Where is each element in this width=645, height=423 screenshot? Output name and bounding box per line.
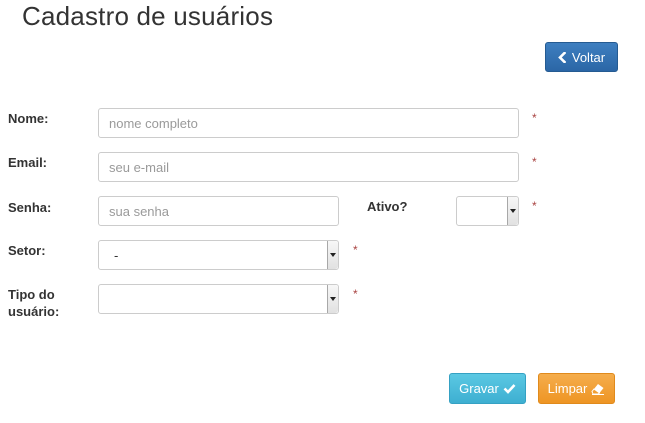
active-required-marker: * (532, 199, 537, 213)
name-required-marker: * (532, 111, 537, 125)
page-title: Cadastro de usuários (22, 1, 274, 31)
sector-required-marker: * (353, 243, 358, 257)
eraser-icon (591, 383, 605, 395)
user-type-label-line1: Tipo do (8, 287, 55, 302)
save-button-label: Gravar (459, 381, 499, 396)
active-select[interactable] (456, 196, 519, 226)
user-type-label: Tipo do usuário: (8, 286, 59, 320)
chevron-down-icon (507, 197, 518, 225)
sector-label: Setor: (8, 243, 46, 258)
save-button[interactable]: Gravar (449, 373, 526, 404)
email-label: Email: (8, 155, 48, 170)
user-type-select[interactable] (98, 284, 339, 314)
name-label: Nome: (8, 111, 49, 126)
chevron-down-icon (327, 285, 338, 313)
clear-button[interactable]: Limpar (538, 373, 615, 404)
chevron-left-icon (558, 51, 566, 63)
sector-select[interactable]: - (98, 240, 339, 270)
active-label: Ativo? (367, 199, 408, 214)
chevron-down-icon (327, 241, 338, 269)
password-label: Senha: (8, 200, 52, 215)
sector-select-value: - (114, 248, 119, 263)
email-required-marker: * (532, 155, 537, 169)
user-type-required-marker: * (353, 287, 358, 301)
check-icon (503, 383, 516, 394)
clear-button-label: Limpar (547, 381, 588, 396)
back-button-label: Voltar (571, 49, 606, 65)
user-type-label-line2: usuário: (8, 304, 60, 319)
email-input[interactable] (98, 152, 519, 182)
password-input[interactable] (98, 196, 339, 226)
name-input[interactable] (98, 108, 519, 138)
back-button[interactable]: Voltar (545, 42, 618, 72)
